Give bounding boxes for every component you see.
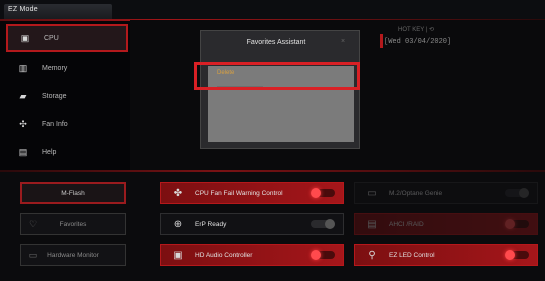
selection-highlight <box>194 62 360 90</box>
sidebar-item-label: Fan Info <box>42 120 68 128</box>
date-accent <box>380 34 383 48</box>
sidebar-item-help[interactable]: ▤ Help <box>6 138 128 166</box>
hd-audio-controller[interactable]: ▣ HD Audio Controller <box>160 244 344 266</box>
ahci-raid[interactable]: ▤ AHCI /RAID <box>354 213 538 235</box>
sidebar-item-storage[interactable]: ▰ Storage <box>6 82 128 110</box>
erp-icon: ⊕ <box>173 218 183 230</box>
sidebar-item-label: Help <box>42 148 57 156</box>
toggle-switch[interactable] <box>505 219 529 229</box>
sidebar-item-label: CPU <box>44 34 59 42</box>
sidebar-item-cpu[interactable]: ▣ CPU <box>6 24 128 52</box>
sidebar-item-label: Memory <box>42 64 68 72</box>
feature-label: M.2/Optane Genie <box>389 189 443 197</box>
m-flash-label: M-Flash <box>61 189 85 197</box>
m2-optane-genie[interactable]: ▭ M.2/Optane Genie <box>354 182 538 204</box>
monitor-icon: ▭ <box>28 249 38 260</box>
feature-label: ErP Ready <box>195 220 227 228</box>
m2-icon: ▭ <box>367 187 377 199</box>
feature-label: HD Audio Controller <box>195 251 253 259</box>
toggle-switch[interactable] <box>505 250 529 260</box>
audio-icon: ▣ <box>173 249 183 261</box>
memory-icon: ▥ <box>18 62 28 73</box>
m-flash-button[interactable]: M-Flash <box>20 182 126 204</box>
date-display: [Wed 03/04/2020] <box>384 38 452 46</box>
toggle-switch[interactable] <box>311 188 335 198</box>
sidebar: ▣ CPU ▥ Memory ▰ Storage ✣ Fan Info ▤ He… <box>6 20 128 170</box>
storage-icon: ▰ <box>19 90 27 101</box>
cpu-fan-fail-warning-control[interactable]: ✤ CPU Fan Fail Warning Control <box>160 182 344 204</box>
dialog-title: Favorites Assistant <box>246 39 306 46</box>
cpu-icon: ▣ <box>20 32 30 43</box>
toggle-switch[interactable] <box>311 250 335 260</box>
erp-ready[interactable]: ⊕ ErP Ready <box>160 213 344 235</box>
hotkey-label[interactable]: HOT KEY | ⟲ <box>398 26 434 33</box>
hardware-monitor-label: Hardware Monitor <box>47 251 99 259</box>
help-icon: ▤ <box>18 146 28 157</box>
fan-icon: ✤ <box>173 187 183 199</box>
feature-label: CPU Fan Fail Warning Control <box>195 189 283 197</box>
favorites-label: Favorites <box>59 220 87 228</box>
toggle-switch[interactable] <box>311 219 335 229</box>
fan-icon: ✣ <box>19 118 27 129</box>
led-icon: ⚲ <box>368 249 376 261</box>
ez-led-control[interactable]: ⚲ EZ LED Control <box>354 244 538 266</box>
close-icon[interactable]: × <box>341 38 345 45</box>
sidebar-item-label: Storage <box>42 92 67 100</box>
feature-label: AHCI /RAID <box>389 220 424 228</box>
ez-mode-label: EZ Mode <box>8 6 38 13</box>
favorites-button[interactable]: ♡ Favorites <box>20 213 126 235</box>
sidebar-item-memory[interactable]: ▥ Memory <box>6 54 128 82</box>
ahci-icon: ▤ <box>367 218 377 230</box>
toggle-switch[interactable] <box>505 188 529 198</box>
sidebar-item-fan-info[interactable]: ✣ Fan Info <box>6 110 128 138</box>
hardware-monitor-button[interactable]: ▭ Hardware Monitor <box>20 244 126 266</box>
feature-label: EZ LED Control <box>389 251 435 259</box>
heart-icon: ♡ <box>28 218 38 229</box>
